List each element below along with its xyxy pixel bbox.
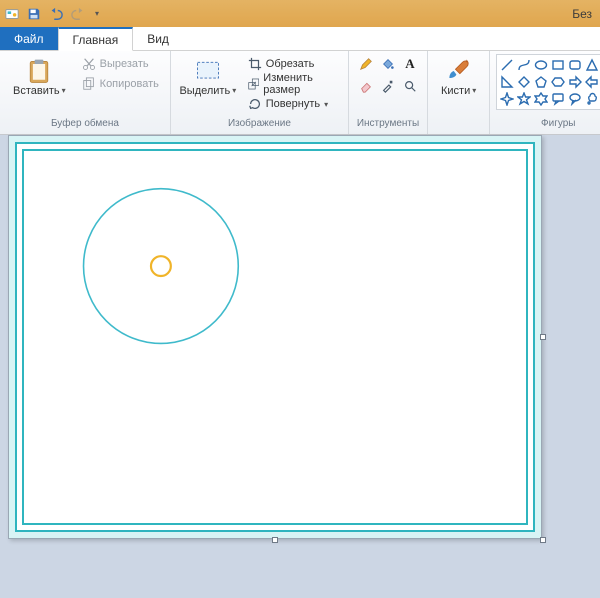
shape-star4[interactable]	[499, 91, 515, 107]
shape-line[interactable]	[499, 57, 515, 73]
shape-curve[interactable]	[516, 57, 532, 73]
app-icon	[4, 6, 20, 22]
resize-button[interactable]: Изменить размер	[243, 74, 342, 94]
group-clipboard: Вставить▾ Вырезать Копировать Буфер обме…	[0, 51, 171, 134]
shape-oval[interactable]	[533, 57, 549, 73]
select-label: Выделить	[179, 85, 230, 97]
select-rect-icon	[193, 57, 223, 85]
shape-arrow-right[interactable]	[567, 74, 583, 90]
rotate-label: Повернуть	[266, 98, 320, 110]
group-shapes: Фигуры	[490, 51, 600, 134]
resize-handle-e[interactable]	[540, 334, 546, 340]
shape-roundrect[interactable]	[567, 57, 583, 73]
shape-star6[interactable]	[533, 91, 549, 107]
pencil-tool[interactable]	[355, 54, 377, 74]
chevron-down-icon: ▾	[232, 85, 236, 97]
copy-label: Копировать	[100, 78, 159, 90]
shape-polygon[interactable]	[584, 57, 600, 73]
ribbon: Вставить▾ Вырезать Копировать Буфер обме…	[0, 51, 600, 135]
window-title: Без	[99, 7, 596, 21]
shapes-gallery	[496, 54, 600, 110]
resize-handle-s[interactable]	[272, 537, 278, 543]
select-button[interactable]: Выделить▾	[177, 54, 239, 100]
undo-icon[interactable]	[48, 6, 64, 22]
quick-access-toolbar: ▾	[4, 6, 99, 22]
shape-callout-cloud[interactable]	[584, 91, 600, 107]
pencil-icon	[359, 57, 373, 71]
titlebar: ▾ Без	[0, 0, 600, 27]
cut-label: Вырезать	[100, 58, 149, 70]
group-brushes-label	[434, 118, 483, 134]
group-brushes: Кисти▾	[428, 51, 490, 134]
brush-icon	[444, 57, 474, 85]
zoom-tool[interactable]	[399, 76, 421, 96]
rotate-button[interactable]: Повернуть ▾	[243, 94, 342, 114]
group-image: Выделить▾ Обрезать Изменить размер Повер…	[171, 51, 349, 134]
copy-button: Копировать	[77, 74, 164, 94]
shape-star5[interactable]	[516, 91, 532, 107]
drawn-circle-large	[84, 189, 239, 344]
shape-right-triangle[interactable]	[499, 74, 515, 90]
save-icon[interactable]	[26, 6, 42, 22]
canvas[interactable]	[8, 135, 542, 539]
crop-button[interactable]: Обрезать	[243, 54, 342, 74]
canvas-border-inner	[22, 149, 528, 525]
shape-rect[interactable]	[550, 57, 566, 73]
crop-label: Обрезать	[266, 58, 315, 70]
shape-callout-oval[interactable]	[567, 91, 583, 107]
group-tools: A Инструменты	[349, 51, 428, 134]
text-tool[interactable]: A	[399, 54, 421, 74]
redo-icon[interactable]	[70, 6, 86, 22]
resize-icon	[248, 77, 260, 91]
tab-view[interactable]: Вид	[133, 27, 183, 50]
resize-handle-se[interactable]	[540, 537, 546, 543]
drawn-circle-small	[151, 256, 171, 276]
workspace[interactable]	[0, 135, 600, 598]
magnifier-icon	[403, 79, 417, 93]
tab-home[interactable]: Главная	[58, 27, 134, 51]
paste-label: Вставить	[13, 85, 60, 97]
bucket-icon	[381, 57, 395, 71]
scissors-icon	[82, 57, 96, 71]
fill-tool[interactable]	[377, 54, 399, 74]
copy-icon	[82, 77, 96, 91]
ribbon-tabs: Файл Главная Вид	[0, 27, 600, 51]
tab-file[interactable]: Файл	[0, 27, 58, 50]
brushes-button[interactable]: Кисти▾	[434, 54, 483, 100]
chevron-down-icon: ▾	[62, 85, 66, 97]
chevron-down-icon: ▾	[472, 85, 476, 97]
group-shapes-label: Фигуры	[496, 118, 600, 134]
shape-arrow-left[interactable]	[584, 74, 600, 90]
paste-button[interactable]: Вставить▾	[6, 54, 73, 100]
eraser-tool[interactable]	[355, 76, 377, 96]
chevron-down-icon: ▾	[324, 100, 328, 109]
group-image-label: Изображение	[177, 118, 342, 134]
text-icon: A	[405, 56, 414, 72]
brushes-label: Кисти	[441, 85, 470, 97]
shape-pentagon[interactable]	[533, 74, 549, 90]
shape-callout-rect[interactable]	[550, 91, 566, 107]
eyedropper-icon	[381, 79, 395, 93]
canvas-drawing	[24, 151, 526, 524]
cut-button: Вырезать	[77, 54, 164, 74]
group-clipboard-label: Буфер обмена	[6, 118, 164, 134]
picker-tool[interactable]	[377, 76, 399, 96]
canvas-border-outer	[15, 142, 535, 532]
clipboard-icon	[24, 57, 54, 85]
resize-label: Изменить размер	[263, 72, 337, 96]
group-tools-label: Инструменты	[355, 118, 421, 134]
shape-hexagon[interactable]	[550, 74, 566, 90]
crop-icon	[248, 57, 262, 71]
shape-diamond[interactable]	[516, 74, 532, 90]
rotate-icon	[248, 97, 262, 111]
eraser-icon	[359, 79, 373, 93]
